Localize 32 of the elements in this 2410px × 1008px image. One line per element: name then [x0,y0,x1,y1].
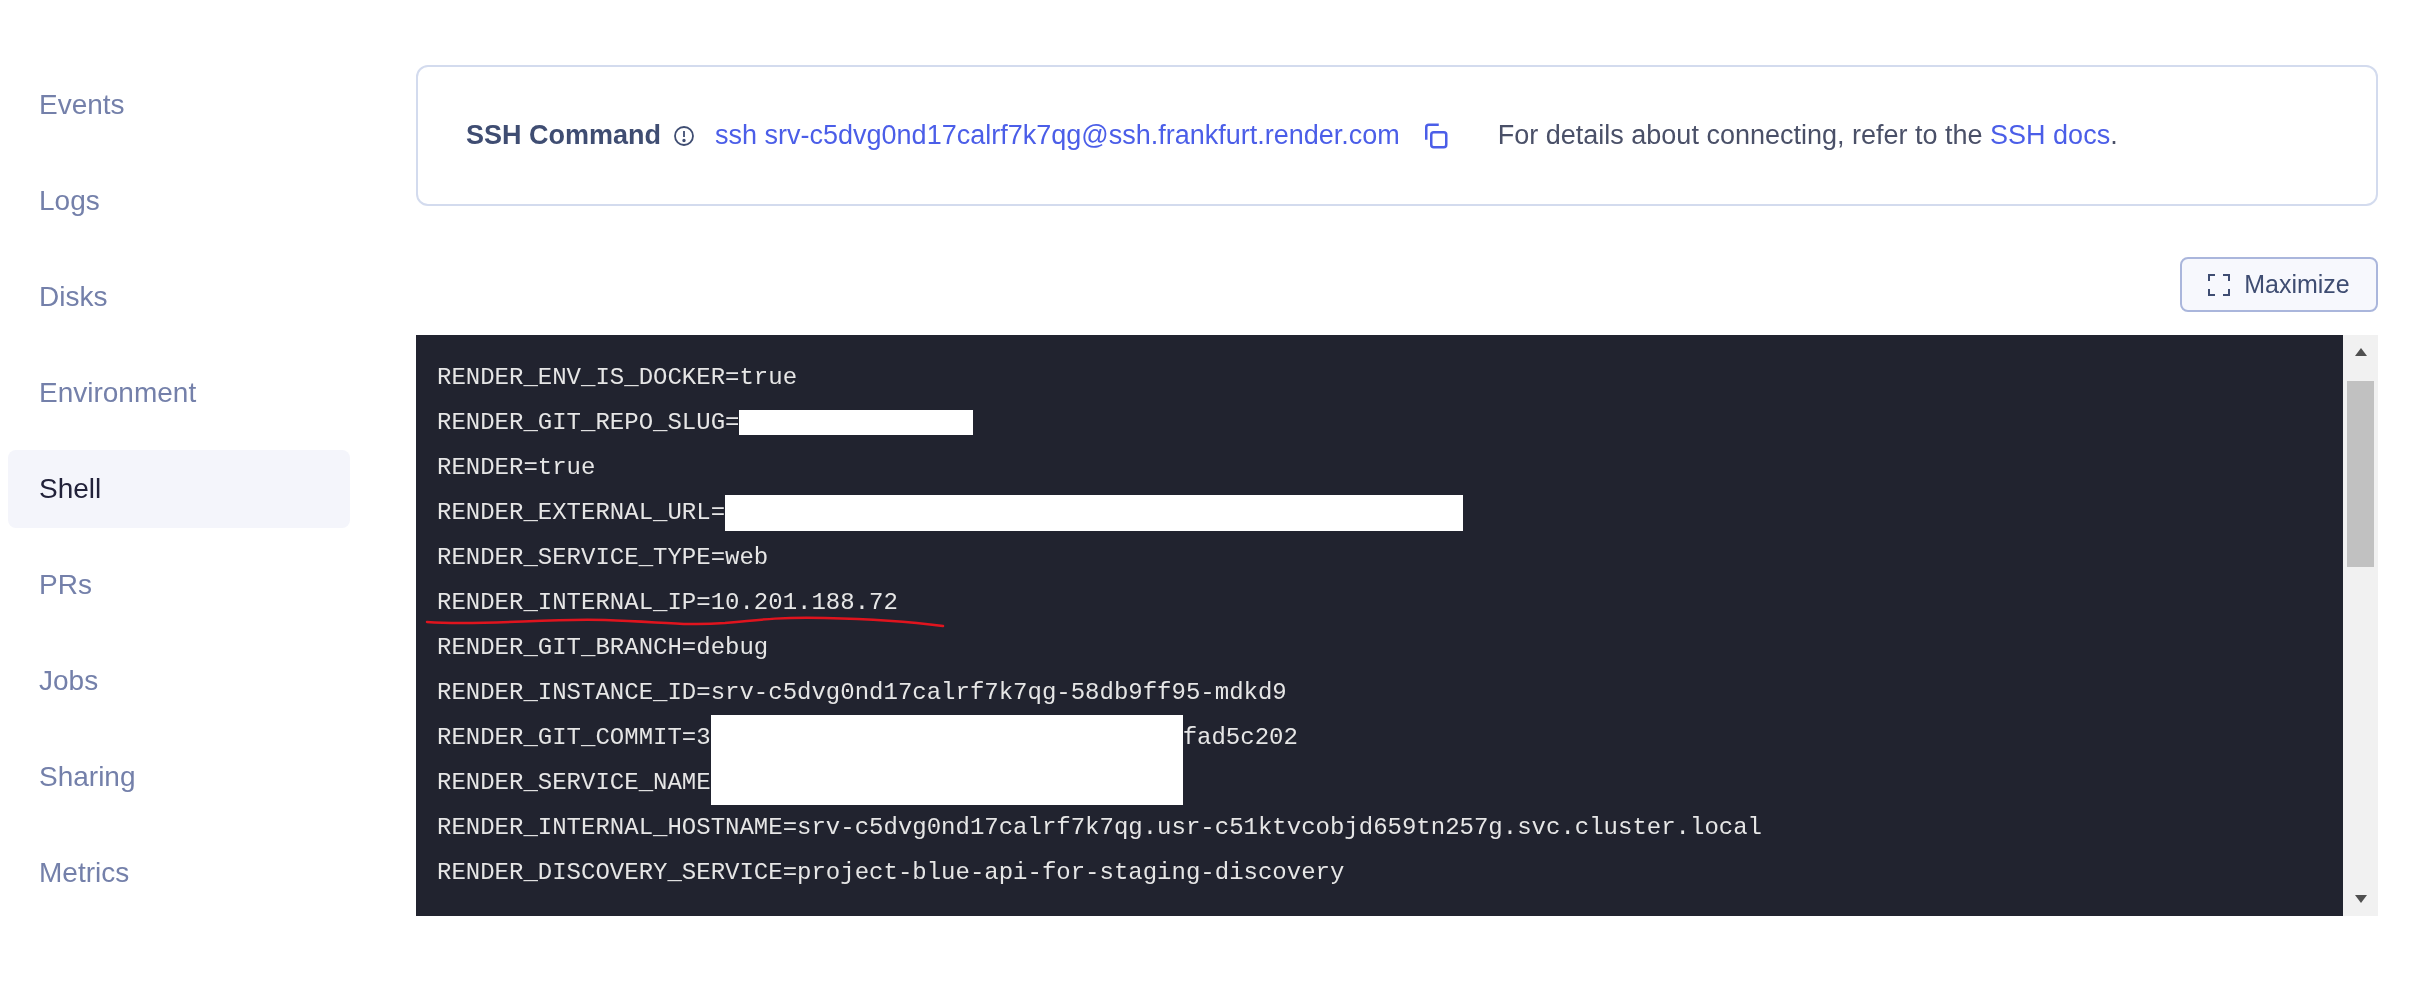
sidebar-item[interactable]: Jobs [8,633,350,729]
details-text: For details about connecting, refer to the SSH docs. [1497,119,2118,153]
sidebar-item[interactable]: Events [8,57,350,153]
sidebar-item[interactable]: Sharing [8,729,350,825]
terminal-line: RENDER_GIT_REPO_SLUG= [437,407,740,438]
terminal-line: RENDER=true [437,452,596,483]
terminal-line: RENDER_GIT_COMMIT=3 [437,722,711,753]
sidebar-item[interactable]: Logs [8,153,350,249]
terminal-line: RENDER_INSTANCE_ID=srv-c5dvg0nd17calrf7k7qg-58db9ff95-mdkd9 [437,677,1287,708]
terminal-line: RENDER_INTERNAL_HOSTNAME=srv-c5dvg0nd17calrf7k7qg.usr-c51ktvcobjd659tn257g.svc.cluster.local [437,812,1762,843]
terminal-line: fad5c202 [1182,722,1298,753]
terminal-line: RENDER_SERVICE_NAME [437,767,711,798]
scroll-down-icon[interactable] [2353,894,2368,904]
terminal-line: RENDER_ENV_IS_DOCKER=true [437,362,798,393]
terminal-line: RENDER_SERVICE_TYPE=web [437,542,769,573]
scrollbar[interactable] [2343,335,2378,916]
sidebar-item[interactable]: Disks [8,249,350,345]
terminal-line: RENDER_DISCOVERY_SERVICE=project-blue-api-for-staging-discovery [437,857,1345,888]
sidebar-item[interactable]: Environment [8,345,350,441]
scroll-up-icon[interactable] [2353,347,2368,357]
sidebar-item[interactable]: PRs [8,537,350,633]
expand-icon [2208,273,2231,296]
sidebar-item[interactable]: Metrics [8,825,350,921]
ssh-docs-link[interactable]: SSH docs [1990,120,2111,151]
scrollbar-thumb[interactable] [2347,381,2374,567]
ssh-command-link[interactable]: ssh srv-c5dvg0nd17calrf7k7qg@ssh.frankfurt.render.com [715,115,1400,156]
maximize-button[interactable]: Maximize [2180,257,2378,312]
info-icon [673,124,696,147]
terminal-line: RENDER_GIT_BRANCH=debug [437,632,769,663]
terminal-line: RENDER_EXTERNAL_URL= [437,497,726,528]
terminal-line: RENDER_INTERNAL_IP=10.201.188.72 [437,587,898,618]
ssh-label: SSH Command [466,119,662,153]
